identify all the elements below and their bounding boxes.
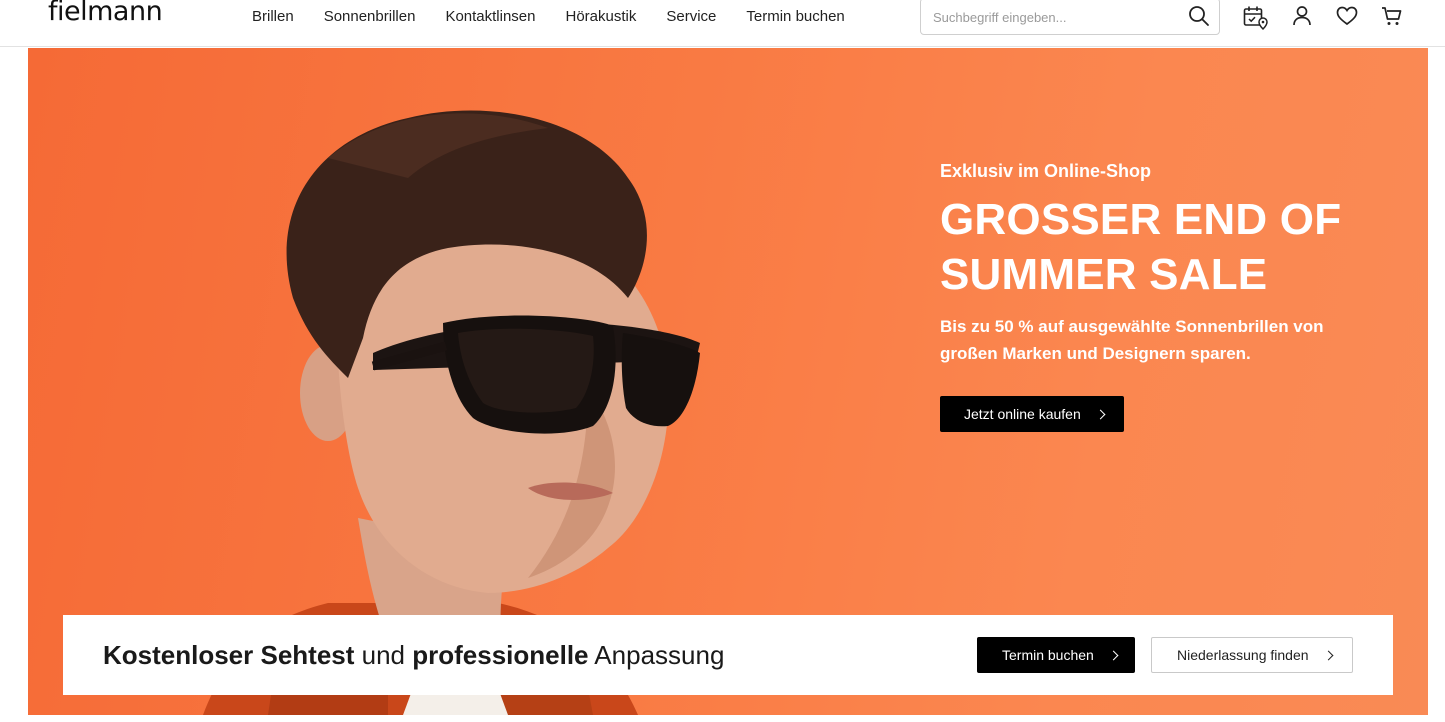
wishlist-heart-icon[interactable] — [1335, 4, 1361, 30]
hero-headline: GROSSER END OF SUMMER SALE — [940, 192, 1400, 302]
nav-item-kontaktlinsen[interactable]: Kontaktlinsen — [445, 8, 535, 26]
book-appointment-button[interactable]: Termin buchen — [977, 637, 1135, 673]
hero-copy: Exklusiv im Online-Shop GROSSER END OF S… — [940, 160, 1400, 367]
banner-text-part3: professionelle — [412, 640, 589, 670]
chevron-right-icon — [1095, 409, 1106, 419]
nav-item-hoerakustik[interactable]: Hörakustik — [566, 8, 637, 26]
find-branch-button-label: Niederlassung finden — [1177, 647, 1309, 663]
eye-test-banner-text: Kostenloser Sehtest und professionelle A… — [103, 639, 724, 671]
account-icon[interactable] — [1290, 4, 1316, 30]
banner-text-part4: Anpassung — [588, 640, 725, 670]
find-branch-button[interactable]: Niederlassung finden — [1151, 637, 1353, 673]
nav-item-brillen[interactable]: Brillen — [252, 8, 294, 26]
fielmann-logo[interactable]: fielmann — [48, 0, 163, 27]
banner-text-part2: und — [354, 640, 413, 670]
appointment-calendar-icon[interactable] — [1242, 4, 1268, 31]
shop-online-button[interactable]: Jetzt online kaufen — [940, 396, 1124, 432]
shop-online-button-label: Jetzt online kaufen — [964, 406, 1081, 422]
book-appointment-button-label: Termin buchen — [1002, 647, 1094, 663]
eye-test-banner: Kostenloser Sehtest und professionelle A… — [63, 615, 1393, 695]
cart-icon[interactable] — [1380, 4, 1406, 30]
nav-item-service[interactable]: Service — [666, 8, 716, 26]
hero-subline-line2: großen Marken und Designern sparen. — [940, 344, 1251, 363]
search-input[interactable] — [931, 7, 1176, 27]
chevron-right-icon — [1323, 650, 1333, 660]
hero-headline-line2: SUMMER SALE — [940, 250, 1268, 299]
hero-subline: Bis zu 50 % auf ausgewählte Sonnenbrille… — [940, 313, 1400, 367]
hero-subline-line1: Bis zu 50 % auf ausgewählte Sonnenbrille… — [940, 317, 1324, 336]
nav-item-sonnenbrillen[interactable]: Sonnenbrillen — [324, 8, 416, 26]
nav-item-termin-buchen[interactable]: Termin buchen — [746, 8, 844, 26]
main-nav: Brillen Sonnenbrillen Kontaktlinsen Höra… — [252, 8, 845, 26]
site-header: fielmann Brillen Sonnenbrillen Kontaktli… — [0, 0, 1445, 47]
chevron-right-icon — [1108, 650, 1119, 660]
hero-eyebrow: Exklusiv im Online-Shop — [940, 161, 1152, 181]
search-icon[interactable] — [1187, 4, 1211, 28]
banner-text-part1: Kostenloser Sehtest — [103, 640, 355, 670]
search-box — [920, 0, 1220, 35]
hero-headline-line1: GROSSER END OF — [940, 195, 1342, 244]
